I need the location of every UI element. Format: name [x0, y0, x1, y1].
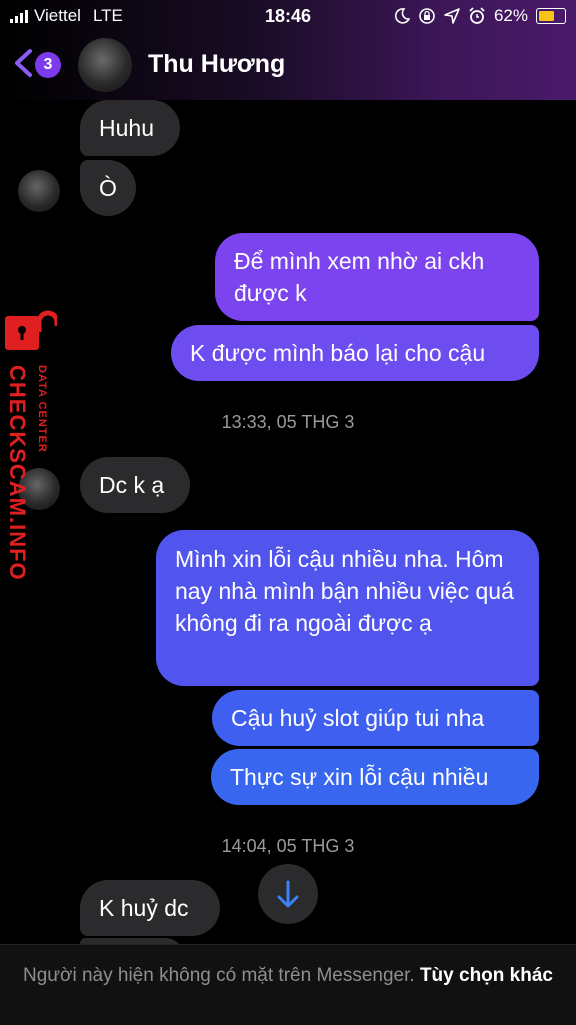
battery-icon [536, 8, 566, 24]
status-bar: Viettel LTE 18:46 62% [0, 0, 576, 34]
moon-icon [394, 8, 410, 24]
message-bubble[interactable]: Để mình xem nhờ ai ckh được k [215, 233, 539, 321]
timestamp: 14:04, 05 THG 3 [221, 836, 355, 856]
message-bubble[interactable]: Thực sự xin lỗi cậu nhiều [211, 749, 539, 805]
scroll-to-bottom-button[interactable] [258, 864, 318, 924]
message-bubble[interactable]: Cậu huỷ slot giúp tui nha [212, 690, 539, 746]
location-icon [444, 8, 460, 24]
chevron-left-icon [15, 49, 32, 77]
arrow-down-icon [277, 880, 299, 908]
watermark-text: CHECKSCAM.INFO [5, 365, 30, 581]
watermark-subtext: DATA CENTER [36, 365, 48, 453]
message-bubble[interactable]: Dc k ạ [80, 457, 190, 513]
timestamp: 13:33, 05 THG 3 [221, 412, 355, 432]
contact-name[interactable]: Thu Hương [148, 50, 285, 79]
status-right: 62% [394, 6, 566, 26]
message-bubble[interactable]: Mình xin lỗi cậu nhiều nha. Hôm nay nhà … [156, 530, 539, 686]
composer-footer: Người này hiện không có mặt trên Messeng… [0, 944, 576, 1025]
lock-icon [5, 310, 57, 350]
alarm-icon [469, 7, 485, 24]
message-bubble[interactable]: K được mình báo lại cho cậu [171, 325, 539, 381]
battery-percent: 62% [493, 6, 528, 25]
footer-message: Người này hiện không có mặt trên Messeng… [20, 963, 556, 988]
contact-avatar-small [18, 170, 60, 212]
contact-avatar[interactable] [78, 38, 132, 92]
unread-badge: 3 [35, 52, 61, 78]
more-options-link[interactable]: Tùy chọn khác [420, 965, 553, 986]
offline-note: Người này hiện không có mặt trên Messeng… [23, 965, 415, 986]
message-bubble[interactable]: Huhu [80, 100, 180, 156]
message-bubble[interactable]: K huỷ dc [80, 880, 220, 936]
orientation-lock-icon [419, 8, 435, 24]
back-button[interactable] [12, 48, 34, 83]
message-bubble[interactable]: Ò [80, 160, 136, 216]
